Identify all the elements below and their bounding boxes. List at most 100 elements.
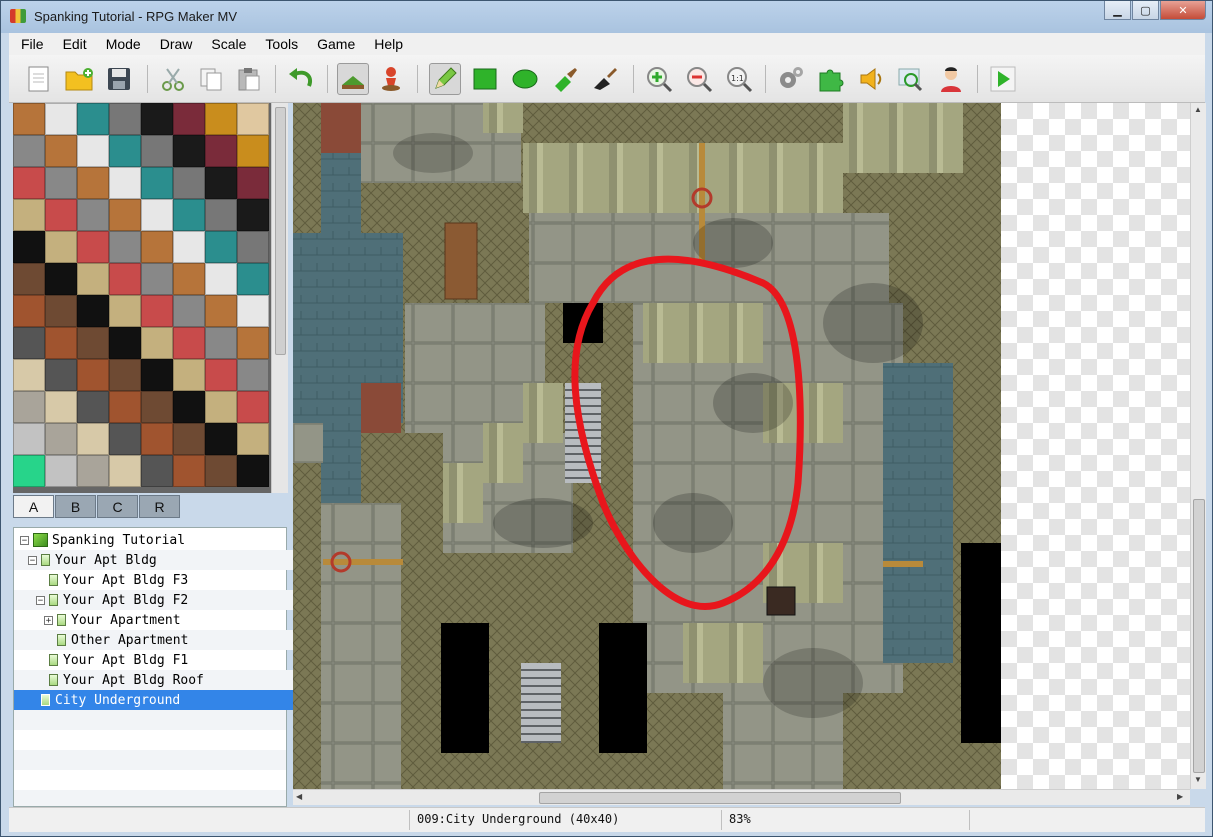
tileset-tile[interactable] <box>109 359 141 391</box>
open-project-button[interactable] <box>63 63 95 95</box>
tileset-tile[interactable] <box>173 295 205 327</box>
menu-help[interactable]: Help <box>362 36 410 52</box>
vertical-scroll-thumb[interactable] <box>1193 499 1205 773</box>
tree-item[interactable]: − Your Apt Bldg <box>14 550 300 570</box>
tileset-tile[interactable] <box>173 135 205 167</box>
tileset-tile[interactable] <box>205 135 237 167</box>
collapse-icon[interactable]: − <box>20 535 29 545</box>
tileset-tile[interactable] <box>13 423 45 455</box>
expand-icon[interactable]: + <box>44 615 53 625</box>
rectangle-button[interactable] <box>469 63 501 95</box>
tileset-tile[interactable] <box>77 359 109 391</box>
tileset-tile[interactable] <box>109 199 141 231</box>
map-canvas[interactable] <box>293 103 1001 789</box>
tileset-tile[interactable] <box>141 231 173 263</box>
paste-button[interactable] <box>233 63 265 95</box>
tileset-tile[interactable] <box>77 295 109 327</box>
tileset-tile[interactable] <box>173 167 205 199</box>
tileset-tile[interactable] <box>109 135 141 167</box>
tileset-tile[interactable] <box>109 327 141 359</box>
cut-button[interactable] <box>157 63 189 95</box>
menu-edit[interactable]: Edit <box>51 36 94 52</box>
zoom-actual-button[interactable]: 1:1 <box>723 63 755 95</box>
tileset-tile[interactable] <box>77 423 109 455</box>
tileset-tile[interactable] <box>45 199 77 231</box>
tab-r[interactable]: R <box>139 495 180 518</box>
tileset-scrollbar[interactable] <box>271 103 288 493</box>
close-button[interactable]: ✕ <box>1160 1 1206 20</box>
tileset-tile[interactable] <box>77 199 109 231</box>
event-mode-button[interactable] <box>375 63 407 95</box>
menu-tools[interactable]: Tools <box>253 36 305 52</box>
tileset-tile[interactable] <box>109 167 141 199</box>
shadow-pen-button[interactable] <box>589 63 621 95</box>
tileset-tile[interactable] <box>205 167 237 199</box>
tileset-tile[interactable] <box>141 103 173 135</box>
tileset-tile[interactable] <box>45 359 77 391</box>
tab-a[interactable]: A <box>13 495 54 518</box>
database-button[interactable] <box>775 63 807 95</box>
tileset-tile[interactable] <box>237 423 269 455</box>
tab-b[interactable]: B <box>55 495 96 518</box>
menu-mode[interactable]: Mode <box>94 36 148 52</box>
tileset-tile[interactable] <box>77 167 109 199</box>
undo-button[interactable] <box>285 63 317 95</box>
tileset-tile[interactable] <box>45 327 77 359</box>
tileset-tile[interactable] <box>205 295 237 327</box>
zoom-in-button[interactable] <box>643 63 675 95</box>
tileset-tile[interactable] <box>109 103 141 135</box>
tileset-tile[interactable] <box>237 391 269 423</box>
tileset-tile[interactable] <box>13 167 45 199</box>
tileset-tile[interactable] <box>13 231 45 263</box>
tileset-tile[interactable] <box>13 135 45 167</box>
tileset-tile[interactable] <box>45 231 77 263</box>
tileset-tile[interactable] <box>141 167 173 199</box>
map-horizontal-scrollbar[interactable]: ◀ ▶ <box>293 789 1190 805</box>
minimize-button[interactable]: ▁ <box>1104 1 1131 20</box>
tileset-tile[interactable] <box>205 327 237 359</box>
tileset-tile[interactable] <box>13 327 45 359</box>
collapse-icon[interactable]: − <box>36 595 45 605</box>
tileset-tile[interactable] <box>237 103 269 135</box>
tileset-tile[interactable] <box>141 391 173 423</box>
tileset-tile[interactable] <box>77 263 109 295</box>
tree-item[interactable]: Your Apt Bldg Roof <box>14 670 321 690</box>
tileset-tile[interactable] <box>13 455 45 487</box>
scroll-up-icon[interactable]: ▲ <box>1194 105 1202 114</box>
tile-grid[interactable] <box>13 103 271 487</box>
maximize-button[interactable]: ▢ <box>1132 1 1159 20</box>
scroll-down-icon[interactable]: ▼ <box>1194 775 1202 784</box>
tileset-tile[interactable] <box>205 455 237 487</box>
tileset-tile[interactable] <box>45 263 77 295</box>
map-mode-button[interactable] <box>337 63 369 95</box>
tileset-tile[interactable] <box>173 423 205 455</box>
playtest-button[interactable] <box>987 63 1019 95</box>
tab-c[interactable]: C <box>97 495 138 518</box>
new-project-button[interactable] <box>23 63 55 95</box>
tileset-tile[interactable] <box>237 167 269 199</box>
tileset-scroll-thumb[interactable] <box>275 107 286 355</box>
tileset-tile[interactable] <box>205 263 237 295</box>
tileset-tile[interactable] <box>205 423 237 455</box>
tileset-tile[interactable] <box>205 359 237 391</box>
tileset-tile[interactable] <box>141 359 173 391</box>
tree-item[interactable]: Your Apt Bldg F3 <box>14 570 321 590</box>
sound-test-button[interactable] <box>855 63 887 95</box>
tileset-tile[interactable] <box>141 327 173 359</box>
map-drawing[interactable] <box>293 103 1001 789</box>
tileset-tile[interactable] <box>45 391 77 423</box>
save-project-button[interactable] <box>103 63 135 95</box>
tileset-tile[interactable] <box>109 391 141 423</box>
scroll-left-icon[interactable]: ◀ <box>296 792 302 801</box>
event-search-button[interactable] <box>895 63 927 95</box>
ellipse-button[interactable] <box>509 63 541 95</box>
tileset-tile[interactable] <box>237 199 269 231</box>
tileset-tile[interactable] <box>141 423 173 455</box>
tree-item[interactable]: Your Apt Bldg F1 <box>14 650 321 670</box>
tileset-tile[interactable] <box>237 231 269 263</box>
menu-game[interactable]: Game <box>305 36 362 52</box>
tileset-tile[interactable] <box>205 103 237 135</box>
tileset-tile[interactable] <box>13 359 45 391</box>
zoom-out-button[interactable] <box>683 63 715 95</box>
tileset-tile[interactable] <box>173 455 205 487</box>
